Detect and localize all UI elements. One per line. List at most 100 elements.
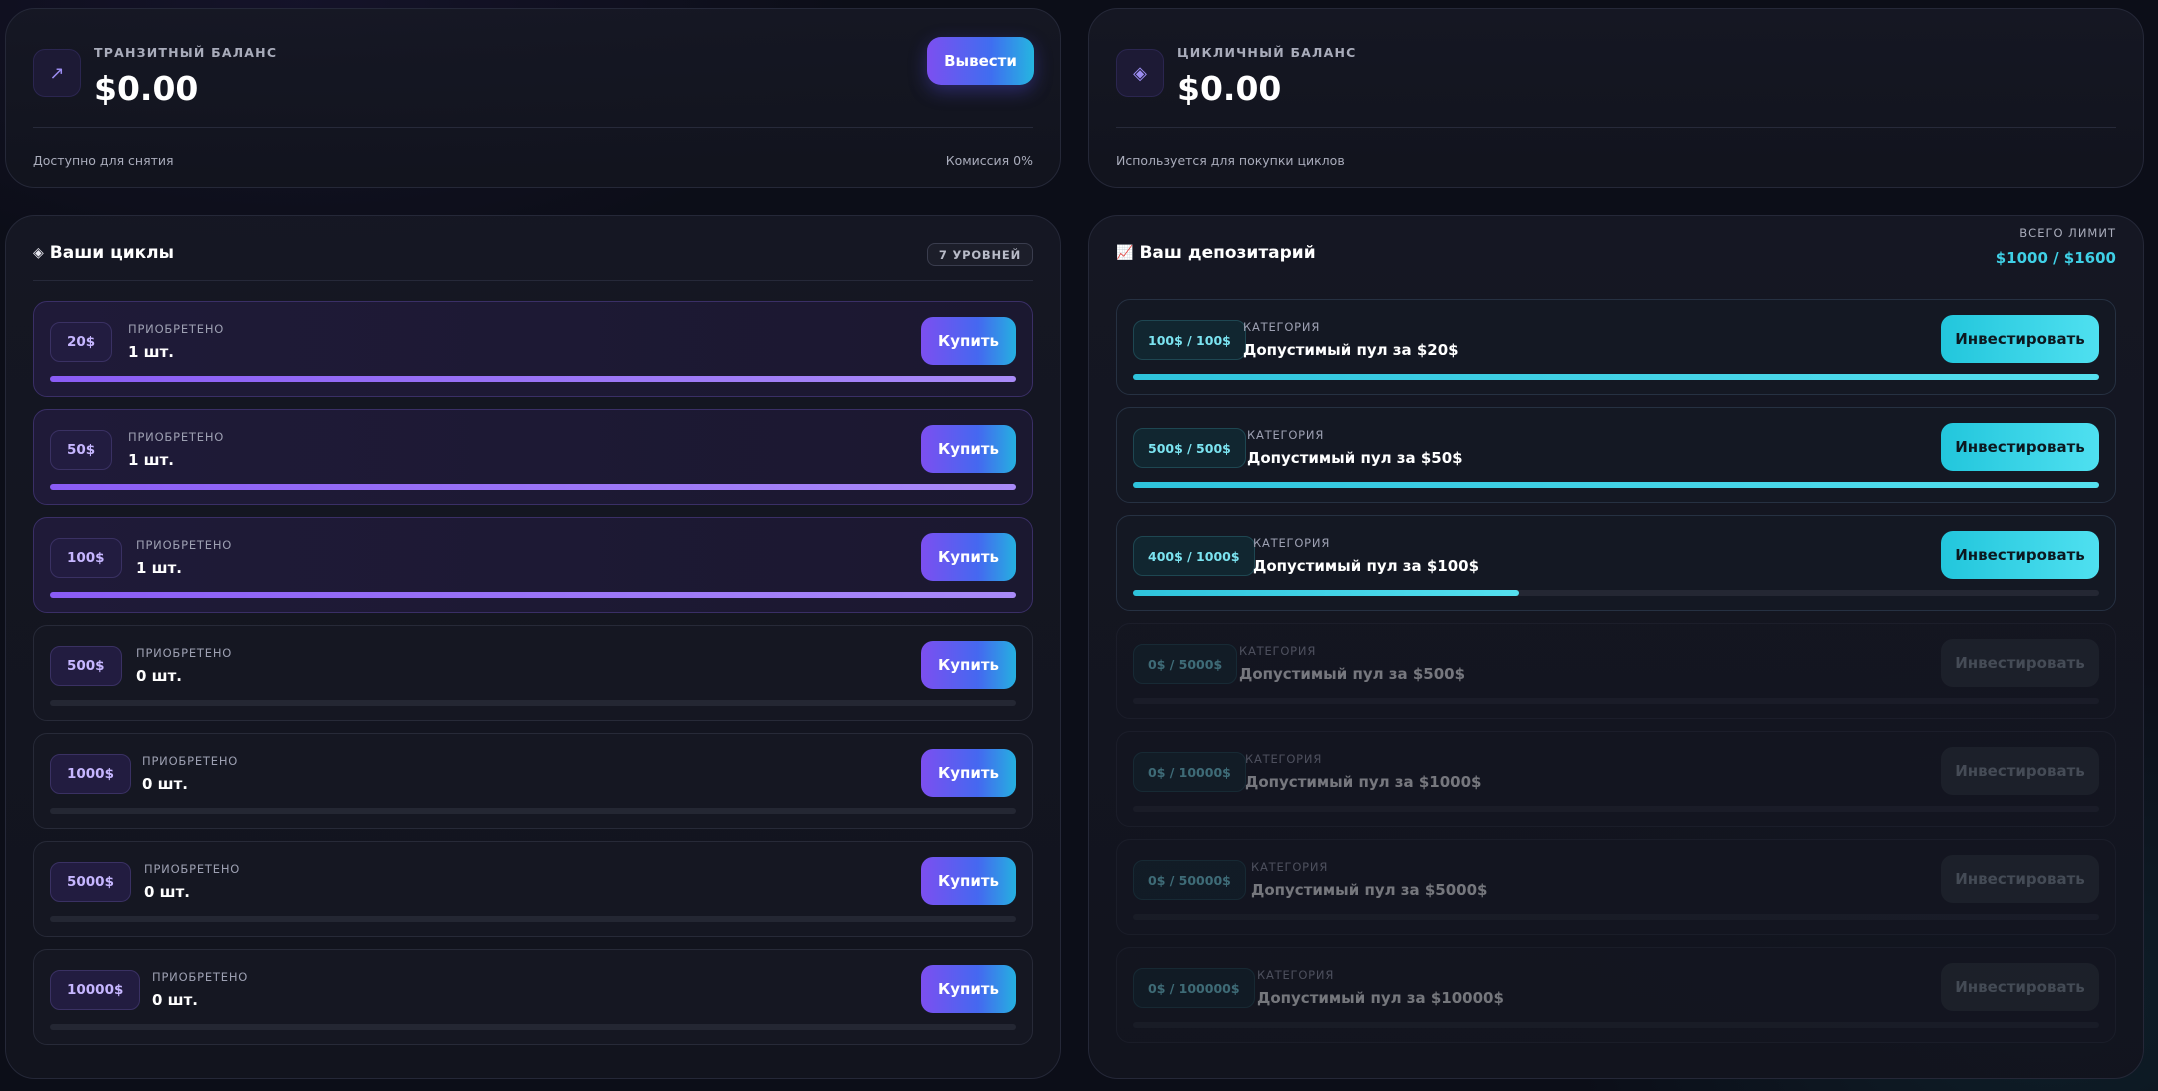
pool-amount-tag: 0$ / 10000$ [1133, 752, 1246, 792]
divider [33, 127, 1033, 128]
purchased-label: ПРИОБРЕТЕНО [152, 970, 249, 984]
cycle-price-tag: 20$ [50, 322, 113, 362]
transit-balance-amount: $0.00 [94, 69, 199, 108]
purchased-label: ПРИОБРЕТЕНО [136, 538, 233, 552]
commission-text: Комиссия 0% [945, 153, 1033, 168]
pool-description: Допустимый пул за $10000$ [1257, 989, 1504, 1007]
progress-track [1133, 374, 2099, 380]
cycle-row: 50$ ПРИОБРЕТЕНО 1 шт. Купить [33, 409, 1033, 505]
progress-track [1133, 1022, 2099, 1028]
buy-button[interactable]: Купить [921, 317, 1016, 365]
buy-button[interactable]: Купить [921, 641, 1016, 689]
category-label: КАТЕГОРИЯ [1253, 536, 1331, 550]
cycle-price-tag: 10000$ [50, 970, 141, 1010]
progress-fill [1133, 374, 2099, 380]
levels-badge: 7 УРОВНЕЙ [926, 243, 1033, 266]
invest-button: Инвестировать [1941, 747, 2099, 795]
invest-button[interactable]: Инвестировать [1941, 423, 2099, 471]
cycles-title: ◈ Ваши циклы [33, 243, 174, 263]
total-limit-value: $1000 / $1600 [1995, 249, 2116, 267]
depository-row: 0$ / 50000$ КАТЕГОРИЯ Допустимый пул за $5… [1116, 839, 2116, 935]
diamond-icon: ◈ [1116, 49, 1164, 97]
progress-fill [1133, 482, 2099, 488]
buy-button[interactable]: Купить [921, 965, 1016, 1013]
category-label: КАТЕГОРИЯ [1245, 752, 1323, 766]
progress-track [1133, 806, 2099, 812]
depository-title-text: Ваш депозитарий [1139, 243, 1316, 263]
cycles-panel: ◈ Ваши циклы 7 УРОВНЕЙ 20$ ПРИОБРЕТЕНО 1 ш… [5, 215, 1061, 1079]
cyclic-usage-text: Используется для покупки циклов [1116, 153, 1345, 168]
withdraw-button[interactable]: Вывести [927, 37, 1034, 85]
buy-button[interactable]: Купить [921, 533, 1016, 581]
invest-button[interactable]: Инвестировать [1941, 315, 2099, 363]
progress-track [50, 700, 1016, 706]
pool-amount-tag: 0$ / 100000$ [1133, 968, 1255, 1008]
cyclic-balance-label: ЦИКЛИЧНЫЙ БАЛАНС [1177, 45, 1357, 60]
available-for-withdrawal-text: Доступно для снятия [33, 153, 174, 168]
progress-fill [50, 484, 1016, 490]
buy-button[interactable]: Купить [921, 749, 1016, 797]
purchased-label: ПРИОБРЕТЕНО [128, 322, 225, 336]
purchased-label: ПРИОБРЕТЕНО [142, 754, 239, 768]
progress-track [1133, 482, 2099, 488]
pool-description: Допустимый пул за $50$ [1247, 449, 1463, 467]
pool-description: Допустимый пул за $100$ [1253, 557, 1480, 575]
pool-amount-tag: 0$ / 5000$ [1133, 644, 1238, 684]
category-label: КАТЕГОРИЯ [1239, 644, 1317, 658]
progress-track [50, 808, 1016, 814]
invest-button[interactable]: Инвестировать [1941, 531, 2099, 579]
arrow-up-right-icon: ↗ [33, 49, 81, 97]
progress-track [50, 916, 1016, 922]
buy-button[interactable]: Купить [921, 425, 1016, 473]
depository-row: 400$ / 1000$ КАТЕГОРИЯ Допустимый пул за $… [1116, 515, 2116, 611]
cyclic-balance-card: ◈ ЦИКЛИЧНЫЙ БАЛАНС $0.00 Используется дл… [1088, 8, 2144, 188]
pool-description: Допустимый пул за $1000$ [1245, 773, 1482, 791]
progress-fill [50, 592, 1016, 598]
progress-track [50, 1024, 1016, 1030]
divider [33, 280, 1033, 281]
purchased-count: 0 шт. [136, 667, 182, 685]
progress-fill [1133, 590, 1520, 596]
pool-description: Допустимый пул за $500$ [1239, 665, 1466, 683]
pool-description: Допустимый пул за $20$ [1243, 341, 1459, 359]
cycle-row: 100$ ПРИОБРЕТЕНО 1 шт. Купить [33, 517, 1033, 613]
cycle-price-tag: 500$ [50, 646, 122, 686]
cycle-row: 5000$ ПРИОБРЕТЕНО 0 шт. Купить [33, 841, 1033, 937]
progress-fill [50, 376, 1016, 382]
cycle-row: 20$ ПРИОБРЕТЕНО 1 шт. Купить [33, 301, 1033, 397]
depository-row: 0$ / 10000$ КАТЕГОРИЯ Допустимый пул за $1… [1116, 731, 2116, 827]
depository-row: 500$ / 500$ КАТЕГОРИЯ Допустимый пул за $5… [1116, 407, 2116, 503]
pool-amount-tag: 100$ / 100$ [1133, 320, 1246, 360]
pool-amount-tag: 0$ / 50000$ [1133, 860, 1246, 900]
purchased-label: ПРИОБРЕТЕНО [136, 646, 233, 660]
depository-row: 0$ / 5000$ КАТЕГОРИЯ Допустимый пул за $50… [1116, 623, 2116, 719]
progress-track [50, 376, 1016, 382]
purchased-count: 1 шт. [136, 559, 182, 577]
pool-description: Допустимый пул за $5000$ [1251, 881, 1488, 899]
purchased-count: 1 шт. [128, 451, 174, 469]
chart-up-icon: 📈 [1116, 245, 1134, 261]
purchased-count: 0 шт. [152, 991, 198, 1009]
cyclic-balance-amount: $0.00 [1177, 69, 1282, 108]
purchased-label: ПРИОБРЕТЕНО [128, 430, 225, 444]
cycle-row: 10000$ ПРИОБРЕТЕНО 0 шт. Купить [33, 949, 1033, 1045]
category-label: КАТЕГОРИЯ [1247, 428, 1325, 442]
cycle-row: 1000$ ПРИОБРЕТЕНО 0 шт. Купить [33, 733, 1033, 829]
invest-button: Инвестировать [1941, 963, 2099, 1011]
depository-row: 100$ / 100$ КАТЕГОРИЯ Допустимый пул за $2… [1116, 299, 2116, 395]
progress-track [1133, 914, 2099, 920]
buy-button[interactable]: Купить [921, 857, 1016, 905]
progress-track [50, 484, 1016, 490]
cycles-title-text: Ваши циклы [49, 243, 174, 263]
purchased-count: 0 шт. [144, 883, 190, 901]
cycle-price-tag: 50$ [50, 430, 113, 470]
purchased-label: ПРИОБРЕТЕНО [144, 862, 241, 876]
transit-balance-label: ТРАНЗИТНЫЙ БАЛАНС [94, 45, 278, 60]
total-limit-label: ВСЕГО ЛИМИТ [2019, 226, 2116, 240]
pool-amount-tag: 500$ / 500$ [1133, 428, 1246, 468]
cycle-price-tag: 1000$ [50, 754, 131, 794]
cycle-row: 500$ ПРИОБРЕТЕНО 0 шт. Купить [33, 625, 1033, 721]
invest-button: Инвестировать [1941, 639, 2099, 687]
purchased-count: 1 шт. [128, 343, 174, 361]
diamond-icon: ◈ [33, 245, 44, 261]
